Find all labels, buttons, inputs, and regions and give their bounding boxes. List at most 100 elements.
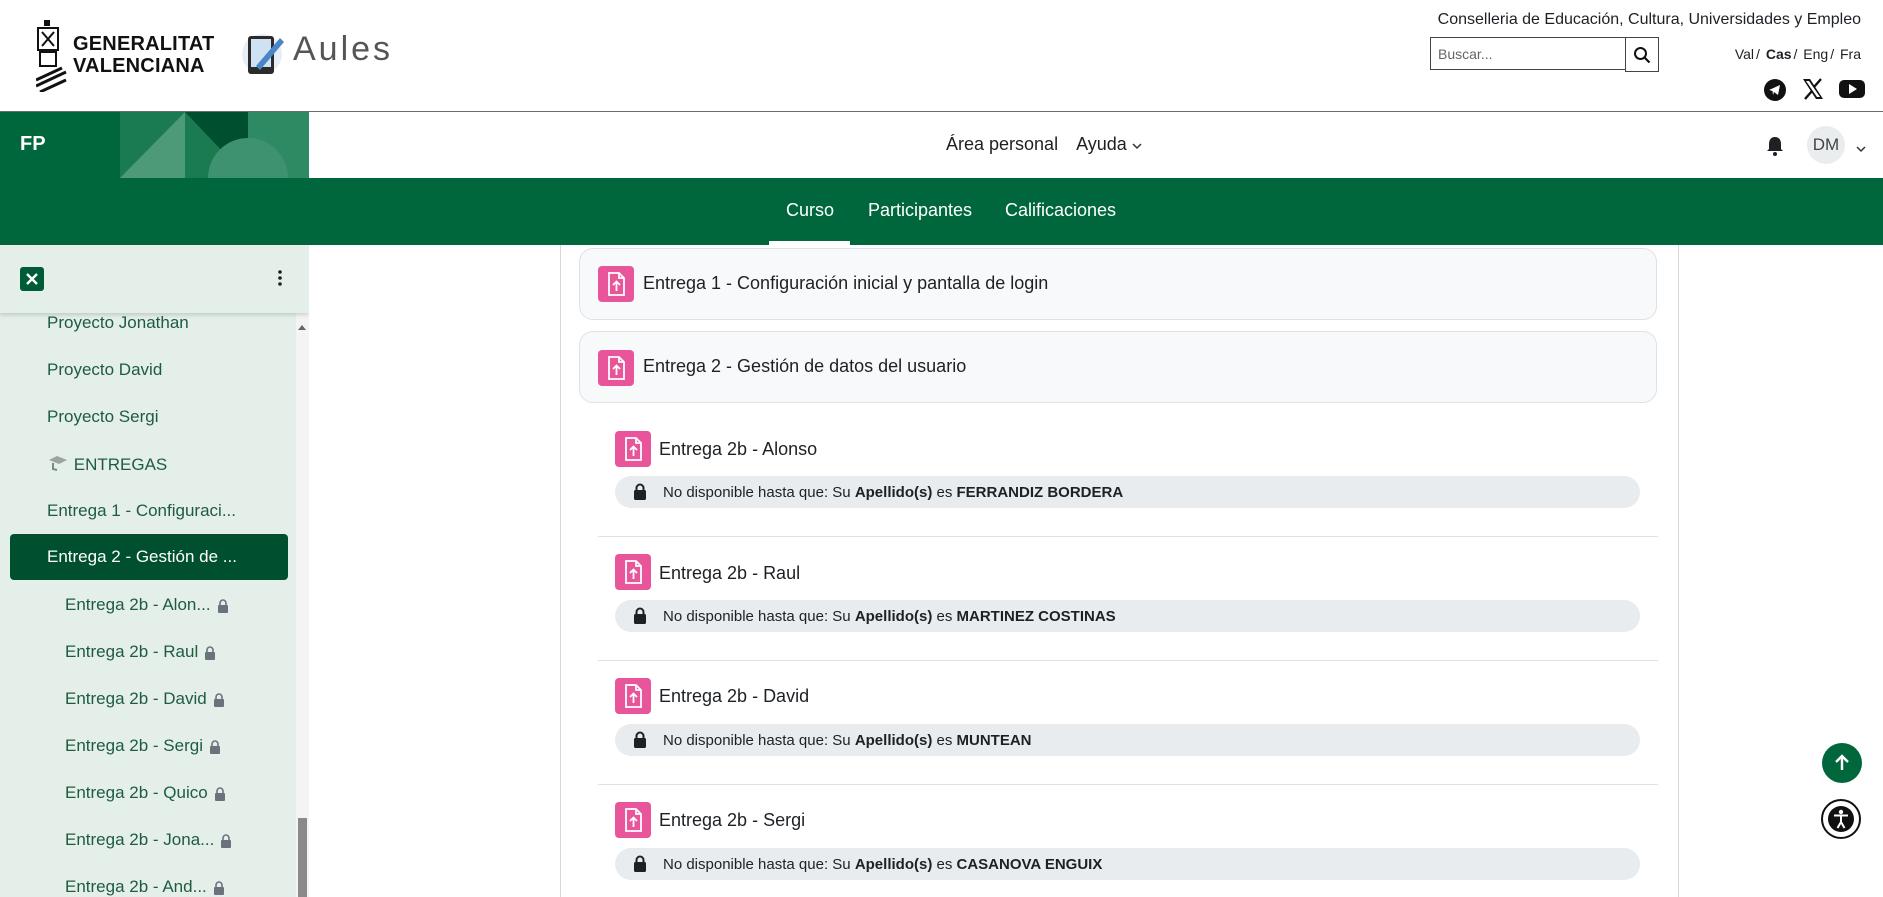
site-header: GENERALITAT VALENCIANA Aules Conselleria… (0, 0, 1883, 112)
sidebar-item-entregas-label: ENTREGAS (73, 455, 168, 474)
assignment-icon[interactable] (615, 431, 651, 467)
sidebar-item-label: Entrega 2b - Jona... (65, 830, 215, 849)
sidebar-item-entrega-2b-raul[interactable]: Entrega 2b - Raul (65, 642, 216, 662)
course-short-name: FP (20, 133, 46, 155)
lang-eng[interactable]: Eng (1803, 46, 1828, 62)
sidebar-options-icon[interactable] (277, 269, 283, 292)
close-icon (26, 273, 38, 285)
accessibility-button[interactable] (1821, 799, 1861, 839)
assignment-icon[interactable] (615, 554, 651, 590)
tab-calificaciones[interactable]: Calificaciones (1005, 200, 1116, 221)
aules-logo-icon[interactable] (240, 28, 288, 85)
sidebar-item-proyecto-david[interactable]: Proyecto David (47, 360, 162, 380)
lock-icon (205, 645, 216, 660)
lock-icon (209, 739, 220, 754)
course-brand[interactable]: FP (0, 112, 309, 178)
sidebar-item-entrega-1[interactable]: Entrega 1 - Configuraci... (47, 501, 236, 521)
sidebar-item-entrega-2b-david[interactable]: Entrega 2b - David (65, 689, 225, 709)
lock-icon (634, 855, 646, 872)
activity-card-entrega-2[interactable]: Entrega 2 - Gestión de datos del usuario (579, 331, 1657, 403)
sidebar-item-entrega-2b-quico[interactable]: Entrega 2b - Quico (65, 783, 226, 803)
sidebar-item-label: Entrega 2b - Quico (65, 783, 208, 802)
conselleria-name: Conselleria de Educación, Cultura, Unive… (1437, 11, 1861, 28)
sidebar-item-entrega-2b-sergi[interactable]: Entrega 2b - Sergi (65, 736, 221, 756)
tab-participantes[interactable]: Participantes (868, 200, 972, 221)
generalitat-crest-icon (35, 20, 67, 94)
sidebar-item-label: Entrega 2b - And... (65, 877, 207, 896)
lang-cas[interactable]: Cas (1766, 46, 1792, 62)
restriction-badge: No disponible hasta que: Su Apellido(s) … (615, 476, 1640, 508)
divider (598, 784, 1658, 785)
nav-ayuda[interactable]: Ayuda (1076, 134, 1142, 155)
lock-icon (217, 598, 228, 613)
sidebar-item-label: Entrega 2b - David (65, 689, 207, 708)
user-avatar[interactable]: DM (1807, 126, 1845, 164)
subactivity-entrega-2b-david: Entrega 2b - David No disponible hasta q… (598, 678, 1658, 778)
sidebar-header (0, 245, 309, 313)
accessibility-icon (1828, 806, 1854, 832)
activity-title[interactable]: Entrega 2b - Sergi (659, 810, 805, 831)
sidebar-item-entregas[interactable]: ENTREGAS (47, 454, 167, 475)
activity-title[interactable]: Entrega 2b - Raul (659, 563, 800, 584)
sidebar-item-label: Entrega 2b - Alon... (65, 595, 211, 614)
sidebar-item-entrega-2b-andres[interactable]: Entrega 2b - And... (65, 877, 225, 897)
restriction-badge: No disponible hasta que: Su Apellido(s) … (615, 724, 1640, 756)
youtube-icon[interactable] (1839, 78, 1865, 100)
activity-title[interactable]: Entrega 1 - Configuración inicial y pant… (643, 273, 1048, 294)
notifications-bell-icon[interactable] (1766, 136, 1784, 161)
sidebar-item-proyecto-sergi[interactable]: Proyecto Sergi (47, 407, 159, 427)
sidebar-scrollbar-thumb[interactable] (298, 818, 307, 897)
activity-title[interactable]: Entrega 2 - Gestión de datos del usuario (643, 356, 966, 377)
sidebar-item-entrega-2b-jonathan[interactable]: Entrega 2b - Jona... (65, 830, 232, 850)
primary-nav-links: Área personal Ayuda (946, 134, 1142, 155)
assignment-icon[interactable] (615, 802, 651, 838)
tab-curso[interactable]: Curso (786, 200, 834, 221)
divider (598, 536, 1658, 537)
sidebar-item-proyecto-jonathan[interactable]: Proyecto Jonathan (47, 313, 189, 333)
assignment-icon (598, 266, 634, 302)
lock-icon (634, 607, 646, 624)
scroll-up-arrow-icon[interactable] (298, 317, 306, 335)
nav-area-personal[interactable]: Área personal (946, 134, 1058, 155)
course-secondary-nav: Curso Participantes Calificaciones (0, 178, 1883, 245)
lock-icon (213, 692, 224, 707)
divider (598, 660, 1658, 661)
aules-wordmark: Aules (293, 30, 394, 68)
assignment-icon[interactable] (615, 678, 651, 714)
search-button[interactable] (1625, 37, 1659, 72)
close-sidebar-button[interactable] (20, 267, 44, 291)
subactivity-entrega-2b-sergi: Entrega 2b - Sergi No disponible hasta q… (598, 802, 1658, 897)
lock-icon (634, 731, 646, 748)
lock-icon (213, 880, 224, 895)
back-to-top-button[interactable] (1822, 743, 1862, 783)
lock-icon (634, 483, 646, 500)
nav-ayuda-label: Ayuda (1076, 134, 1127, 154)
search-form (1430, 37, 1662, 72)
x-icon[interactable] (1801, 78, 1825, 100)
label-decoration-icon (49, 456, 67, 471)
restriction-value: CASANOVA ENGUIX (956, 856, 1103, 873)
generalitat-wordmark: GENERALITAT VALENCIANA (73, 33, 215, 77)
search-icon (1634, 46, 1651, 63)
subactivity-entrega-2b-raul: Entrega 2b - Raul No disponible hasta qu… (598, 554, 1658, 654)
brand-pattern (120, 112, 309, 178)
sidebar-item-entrega-2b-alonso[interactable]: Entrega 2b - Alon... (65, 595, 229, 615)
chevron-down-icon (1132, 143, 1142, 150)
lang-fra[interactable]: Fra (1840, 46, 1861, 62)
sidebar-item-label: Entrega 2b - Sergi (65, 736, 203, 755)
lang-val[interactable]: Val (1735, 46, 1754, 62)
sidebar-scrollbar[interactable] (296, 313, 309, 897)
restriction-value: FERRANDIZ BORDERA (956, 484, 1124, 501)
activity-card-entrega-1[interactable]: Entrega 1 - Configuración inicial y pant… (579, 248, 1657, 320)
lock-icon (214, 786, 225, 801)
user-menu-chevron-icon[interactable] (1856, 140, 1866, 158)
search-input[interactable] (1430, 37, 1625, 70)
activity-title[interactable]: Entrega 2b - Alonso (659, 439, 817, 460)
assignment-icon (598, 350, 634, 386)
restriction-text: No disponible hasta que: Su Apellido(s) … (663, 608, 1116, 625)
sidebar-item-entrega-2-label: Entrega 2 - Gestión de ... (47, 547, 237, 566)
activity-title[interactable]: Entrega 2b - David (659, 686, 809, 707)
arrow-up-icon (1835, 754, 1849, 770)
restriction-text: No disponible hasta que: Su Apellido(s) … (663, 732, 1032, 749)
telegram-icon[interactable] (1763, 78, 1787, 101)
